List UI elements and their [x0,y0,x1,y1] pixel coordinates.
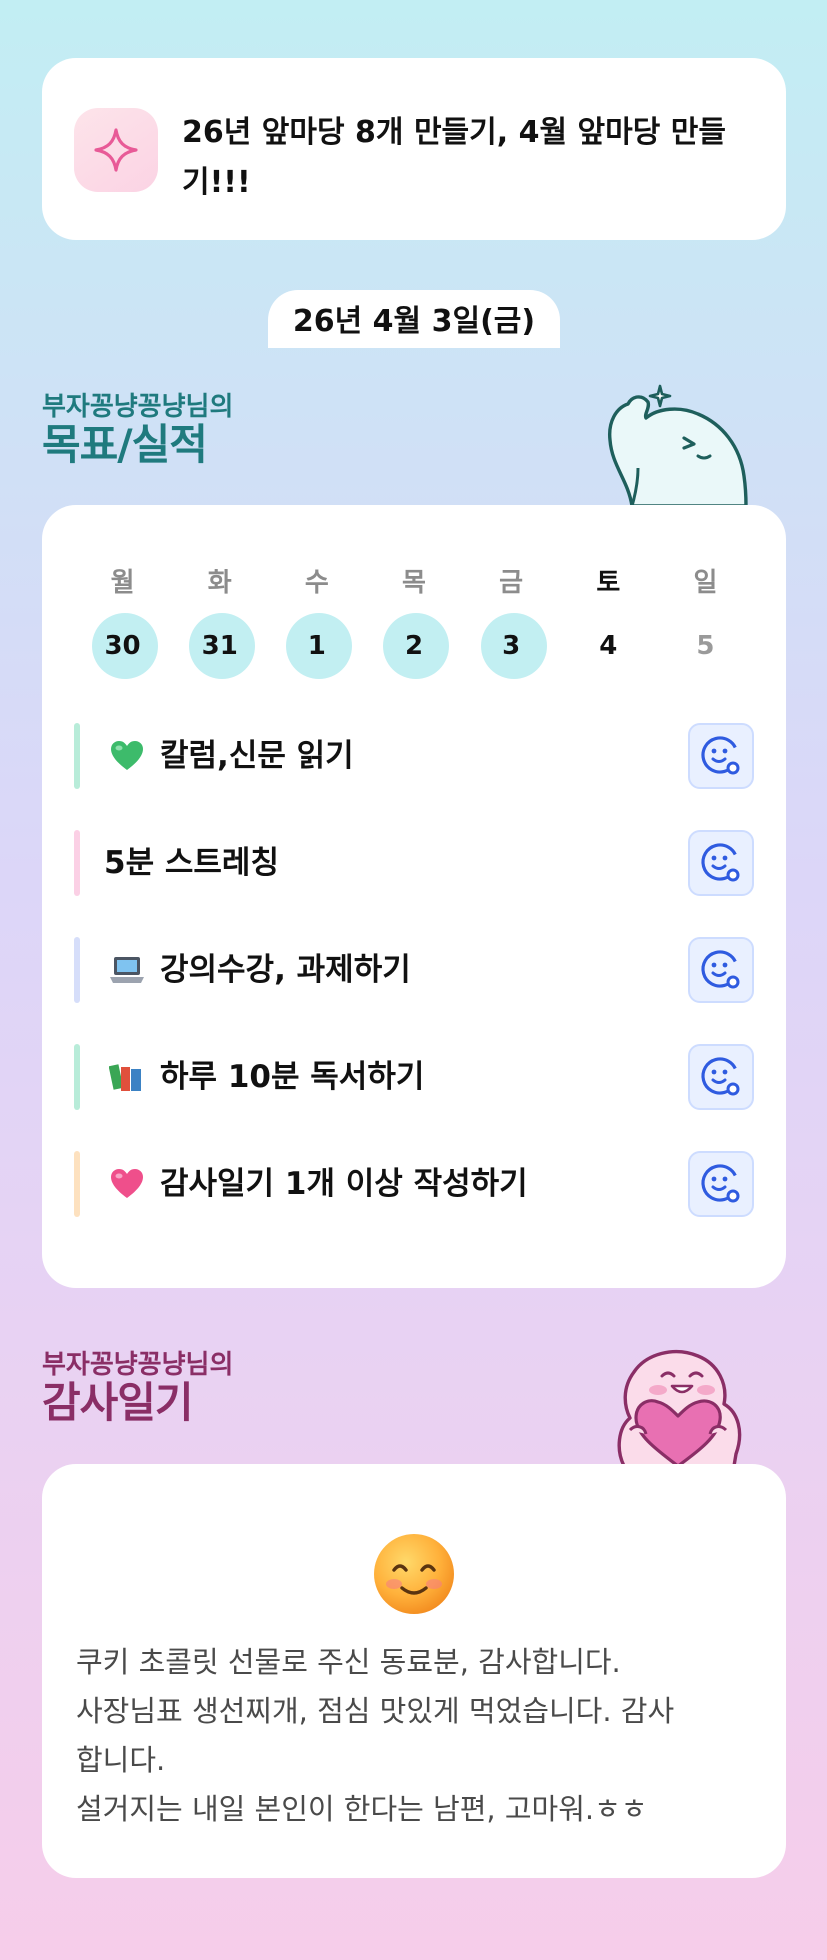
day-5[interactable]: 5 [657,613,754,679]
task-color-bar [74,723,80,789]
goal-text: 26년 앞마당 8개 만들기, 4월 앞마당 만들기!!! [182,115,726,200]
weekday-wed: 수 [304,568,329,598]
day-4[interactable]: 4 [560,613,657,679]
thanks-section-heading: 부자꽁냥꽁냥님의 감사일기 [42,1350,233,1426]
thanks-section-title: 감사일기 [42,1378,194,1427]
day-3[interactable]: 3 [463,613,560,679]
task-row[interactable]: 강의수강, 과제하기 [74,937,754,1003]
smiling-face-icon [374,1534,454,1614]
task-check-button[interactable] [688,1044,754,1110]
date-pill: 26년 4월 3일(금) [268,290,560,348]
day-2[interactable]: 2 [365,613,462,679]
weekday-tue: 화 [207,568,232,598]
day-30[interactable]: 30 [74,613,171,679]
smile-check-icon [701,950,740,989]
day-31[interactable]: 31 [171,613,268,679]
task-label: 강의수강, 과제하기 [160,952,411,988]
weekday-row: 월 화 수 목 금 토 일 [74,563,754,603]
task-check-button[interactable] [688,723,754,789]
task-color-bar [74,1044,80,1110]
task-check-button[interactable] [688,937,754,1003]
task-label: 감사일기 1개 이상 작성하기 [160,1166,528,1202]
goal-card[interactable]: 26년 앞마당 8개 만들기, 4월 앞마당 만들기!!! [42,58,786,240]
task-check-button[interactable] [688,830,754,896]
thanks-card: 쿠키 초콜릿 선물로 주신 동료분, 감사합니다. 사장님표 생선찌개, 점심 … [42,1464,786,1878]
weekday-mon: 월 [110,568,135,598]
weekday-sat: 토 [596,568,621,598]
thanks-line: 쿠키 초콜릿 선물로 주신 동료분, 감사합니다. [76,1645,621,1679]
smile-check-icon [701,736,740,775]
task-label: 5분 스트레칭 [104,845,279,881]
task-label: 칼럼,신문 읽기 [160,738,354,774]
thanks-line: 설거지는 내일 본인이 한다는 남편, 고마워.ㅎㅎ [76,1792,648,1826]
green-heart-icon [108,737,146,775]
thanks-section-subtitle: 부자꽁냥꽁냥님의 [42,1350,234,1380]
sparkle-icon [74,108,158,192]
task-row[interactable]: 하루 10분 독서하기 [74,1044,754,1110]
task-row[interactable]: 감사일기 1개 이상 작성하기 [74,1151,754,1217]
goals-section-title: 목표/실적 [42,420,208,469]
goals-section-heading: 부자꽁냥꽁냥님의 목표/실적 [42,392,233,468]
task-check-button[interactable] [688,1151,754,1217]
thanks-line: 사장님표 생선찌개, 점심 맛있게 먹었습니다. 감사 [76,1694,675,1728]
date-row: 30 31 1 2 3 4 5 [74,613,754,679]
weekday-fri: 금 [499,568,524,598]
task-label: 하루 10분 독서하기 [160,1059,425,1095]
day-1[interactable]: 1 [268,613,365,679]
goals-section-subtitle: 부자꽁냥꽁냥님의 [42,392,234,422]
books-icon [108,1058,146,1096]
ghost-mascot [608,384,748,506]
thanks-entry-text: 쿠키 초콜릿 선물로 주신 동료분, 감사합니다. 사장님표 생선찌개, 점심 … [76,1638,756,1834]
smile-check-icon [701,1164,740,1203]
heart-mascot [617,1350,742,1466]
thanks-line: 합니다. [76,1743,166,1777]
task-row[interactable]: 칼럼,신문 읽기 [74,723,754,789]
laptop-icon [108,951,146,989]
tracker-card: 월 화 수 목 금 토 일 30 31 1 2 3 4 5 칼럼,신문 읽기 5… [42,505,786,1288]
task-color-bar [74,830,80,896]
pink-heart-icon [108,1165,146,1203]
weekday-sun: 일 [693,568,718,598]
weekday-thu: 목 [402,568,426,598]
task-color-bar [74,937,80,1003]
task-row[interactable]: 5분 스트레칭 [74,830,754,896]
task-color-bar [74,1151,80,1217]
smile-check-icon [701,1057,740,1096]
smile-check-icon [701,843,740,882]
